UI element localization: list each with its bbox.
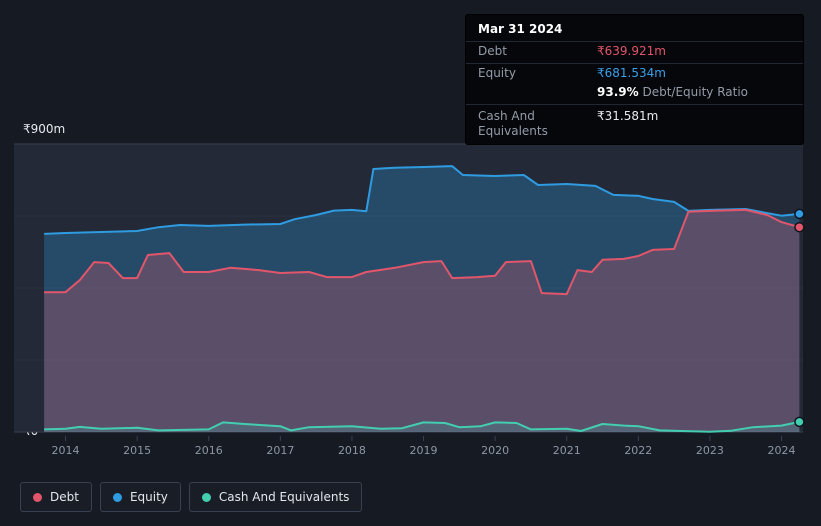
legend-debt-label: Debt xyxy=(50,490,79,504)
legend-item-debt[interactable]: Debt xyxy=(20,482,92,512)
tooltip-row-equity: Equity ₹681.534m xyxy=(466,64,803,83)
svg-text:2016: 2016 xyxy=(195,444,223,457)
svg-text:2020: 2020 xyxy=(481,444,509,457)
svg-text:2024: 2024 xyxy=(768,444,796,457)
legend-debt-dot-icon xyxy=(33,492,42,502)
y-axis-label-max: ₹900m xyxy=(23,122,66,136)
tooltip-cash-value: ₹31.581m xyxy=(597,109,659,123)
svg-text:2014: 2014 xyxy=(52,444,80,457)
svg-text:2023: 2023 xyxy=(696,444,724,457)
chart-legend: Debt Equity Cash And Equivalents xyxy=(20,482,363,512)
tooltip-debt-label: Debt xyxy=(478,44,507,58)
tooltip-row-cash: Cash And Equivalents ₹31.581m xyxy=(466,105,803,144)
tooltip-ratio-label: Debt/Equity Ratio xyxy=(642,85,749,99)
chart-tooltip: Mar 31 2024 Debt ₹639.921m Equity ₹681.5… xyxy=(466,15,803,144)
legend-cash-dot-icon xyxy=(201,492,211,502)
tooltip-equity-value: ₹681.534m xyxy=(597,66,666,80)
svg-text:2019: 2019 xyxy=(410,444,438,457)
tooltip-equity-label: Equity xyxy=(478,66,516,80)
tooltip-debt-value: ₹639.921m xyxy=(597,44,666,58)
svg-text:2021: 2021 xyxy=(553,444,581,457)
tooltip-ratio-percent: 93.9% xyxy=(597,85,639,99)
legend-item-equity[interactable]: Equity xyxy=(99,482,181,512)
legend-equity-label: Equity xyxy=(129,490,168,504)
tooltip-cash-label: Cash And Equivalents xyxy=(478,109,548,138)
svg-text:2018: 2018 xyxy=(338,444,366,457)
tooltip-row-debt: Debt ₹639.921m xyxy=(466,42,803,64)
chart-plot-svg[interactable]: 2014 2015 2016 2017 2018 2019 2020 2021 2022 2023… xyxy=(14,143,805,462)
tooltip-row-ratio: 93.9% Debt/Equity Ratio xyxy=(466,83,803,105)
tooltip-ratio-value: 93.9% Debt/Equity Ratio xyxy=(597,85,748,100)
legend-cash-label: Cash And Equivalents xyxy=(218,490,350,504)
legend-equity-dot-icon xyxy=(112,492,122,502)
legend-item-cash[interactable]: Cash And Equivalents xyxy=(188,482,363,512)
svg-text:2017: 2017 xyxy=(266,444,294,457)
svg-text:2022: 2022 xyxy=(624,444,652,457)
svg-text:2015: 2015 xyxy=(123,444,151,457)
chart-canvas: { "page": { "bg_color": "#151a23", "plot… xyxy=(0,0,821,526)
tooltip-date: Mar 31 2024 xyxy=(466,15,803,42)
debt-equity-history-chart[interactable]: 2014 2015 2016 2017 2018 2019 2020 2021 2022 2023… xyxy=(14,143,805,462)
